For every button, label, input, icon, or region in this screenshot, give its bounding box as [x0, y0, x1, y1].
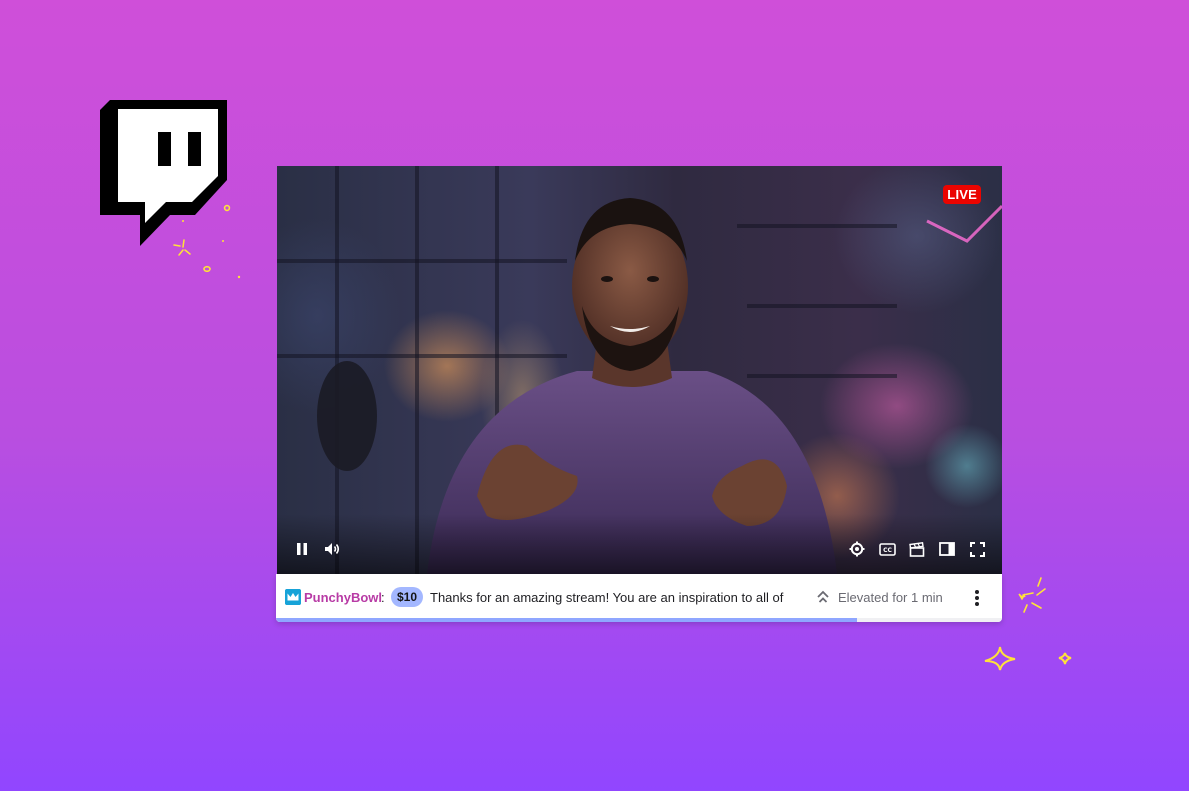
closed-captions-icon: CC: [878, 542, 896, 556]
svg-text:CC: CC: [883, 547, 892, 554]
fullscreen-button[interactable]: [966, 540, 988, 558]
donation-amount-badge: $10: [391, 587, 424, 607]
streamer-video-frame: [277, 166, 1002, 574]
elevation-progress-fill: [276, 618, 857, 622]
settings-button[interactable]: [846, 540, 868, 558]
pause-button[interactable]: [291, 540, 313, 558]
chat-message-text: Thanks for an amazing stream! You are an…: [430, 590, 784, 605]
elevated-chat-message[interactable]: PunchyBowl : $10 Thanks for an amazing s…: [276, 574, 1002, 622]
gear-icon: [849, 541, 865, 557]
fullscreen-icon: [969, 541, 985, 557]
clapperboard-icon: [909, 541, 925, 557]
elevated-chevron-icon: [817, 590, 829, 603]
volume-icon: [325, 543, 340, 555]
chat-username[interactable]: PunchyBowl: [304, 590, 382, 605]
captions-button[interactable]: CC: [876, 540, 898, 558]
clip-button[interactable]: [906, 540, 928, 558]
pause-icon: [297, 543, 307, 555]
theatre-mode-icon: [939, 542, 955, 556]
sparkles-decoration: [173, 204, 241, 279]
elevated-duration-label: Elevated for 1 min: [838, 590, 943, 605]
elevation-progress-bar: [276, 618, 1002, 622]
more-vertical-icon[interactable]: [968, 588, 986, 608]
theatre-mode-button[interactable]: [936, 540, 958, 558]
crown-badge-icon: [285, 589, 301, 605]
live-badge: LIVE: [943, 185, 981, 204]
chat-separator: :: [381, 590, 385, 605]
volume-button[interactable]: [321, 540, 343, 558]
video-player[interactable]: LIVE CC: [277, 166, 1002, 574]
